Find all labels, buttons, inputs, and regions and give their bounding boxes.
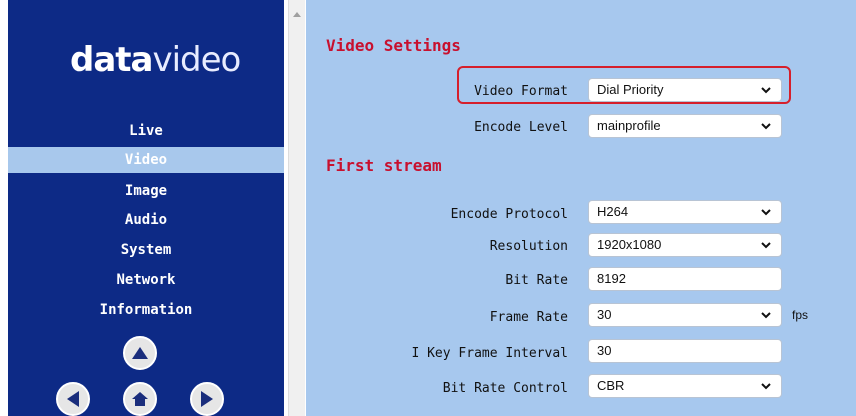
ptz-home-button[interactable] — [123, 382, 157, 416]
resolution-label: Resolution — [489, 239, 568, 254]
bit-rate-control-select[interactable]: CBR — [588, 374, 782, 398]
frame-rate-unit: fps — [792, 308, 809, 322]
chevron-down-icon — [761, 242, 771, 249]
sidebar: datavideo Live Video Image Audio System … — [8, 0, 284, 416]
scrollbar[interactable] — [288, 0, 305, 416]
nav-item-system[interactable]: System — [8, 237, 284, 263]
bit-rate-input[interactable]: 8192 — [588, 267, 782, 291]
key-frame-interval-label: I Key Frame Interval — [411, 346, 568, 361]
nav-item-image[interactable]: Image — [8, 178, 284, 204]
frame-rate-select[interactable]: 30 — [588, 303, 782, 327]
ptz-left-button[interactable] — [56, 382, 90, 416]
bit-rate-control-label: Bit Rate Control — [442, 381, 568, 396]
bit-rate-label: Bit Rate — [505, 273, 568, 288]
encode-protocol-label: Encode Protocol — [450, 207, 568, 222]
encode-level-select[interactable]: mainprofile — [588, 114, 782, 138]
right-arrow-icon — [201, 391, 213, 407]
resolution-value: 1920x1080 — [597, 237, 662, 252]
video-format-select[interactable]: Dial Priority — [588, 78, 782, 102]
up-arrow-icon — [132, 347, 148, 359]
encode-level-value: mainprofile — [597, 118, 661, 133]
encode-protocol-value: H264 — [597, 204, 629, 219]
logo-light-text: video — [152, 40, 241, 80]
encode-level-label: Encode Level — [474, 120, 568, 135]
ptz-right-button[interactable] — [190, 382, 224, 416]
chevron-down-icon — [761, 209, 771, 216]
chevron-down-icon — [761, 87, 771, 94]
bit-rate-control-value: CBR — [597, 378, 625, 393]
key-frame-interval-input[interactable]: 30 — [588, 339, 782, 363]
left-arrow-icon — [67, 391, 79, 407]
resolution-select[interactable]: 1920x1080 — [588, 233, 782, 257]
nav-item-audio[interactable]: Audio — [8, 207, 284, 233]
nav-item-information[interactable]: Information — [8, 297, 284, 323]
chevron-down-icon — [761, 123, 771, 130]
first-stream-title: First stream — [326, 156, 442, 175]
ptz-up-button[interactable] — [123, 336, 157, 370]
scroll-up-icon[interactable] — [293, 12, 301, 17]
frame-rate-label: Frame Rate — [489, 310, 568, 325]
frame-rate-value: 30 — [597, 307, 612, 322]
logo-bold-text: data — [70, 40, 153, 80]
chevron-down-icon — [761, 312, 771, 319]
nav-item-live[interactable]: Live — [8, 118, 284, 144]
chevron-down-icon — [761, 383, 771, 390]
encode-protocol-select[interactable]: H264 — [588, 200, 782, 224]
video-format-label: Video Format — [474, 84, 568, 99]
home-icon — [132, 392, 148, 406]
video-format-value: Dial Priority — [597, 82, 664, 97]
video-settings-title: Video Settings — [326, 36, 461, 55]
nav-item-network[interactable]: Network — [8, 267, 284, 293]
nav-item-video[interactable]: Video — [8, 147, 284, 173]
datavideo-logo: datavideo — [70, 40, 241, 80]
